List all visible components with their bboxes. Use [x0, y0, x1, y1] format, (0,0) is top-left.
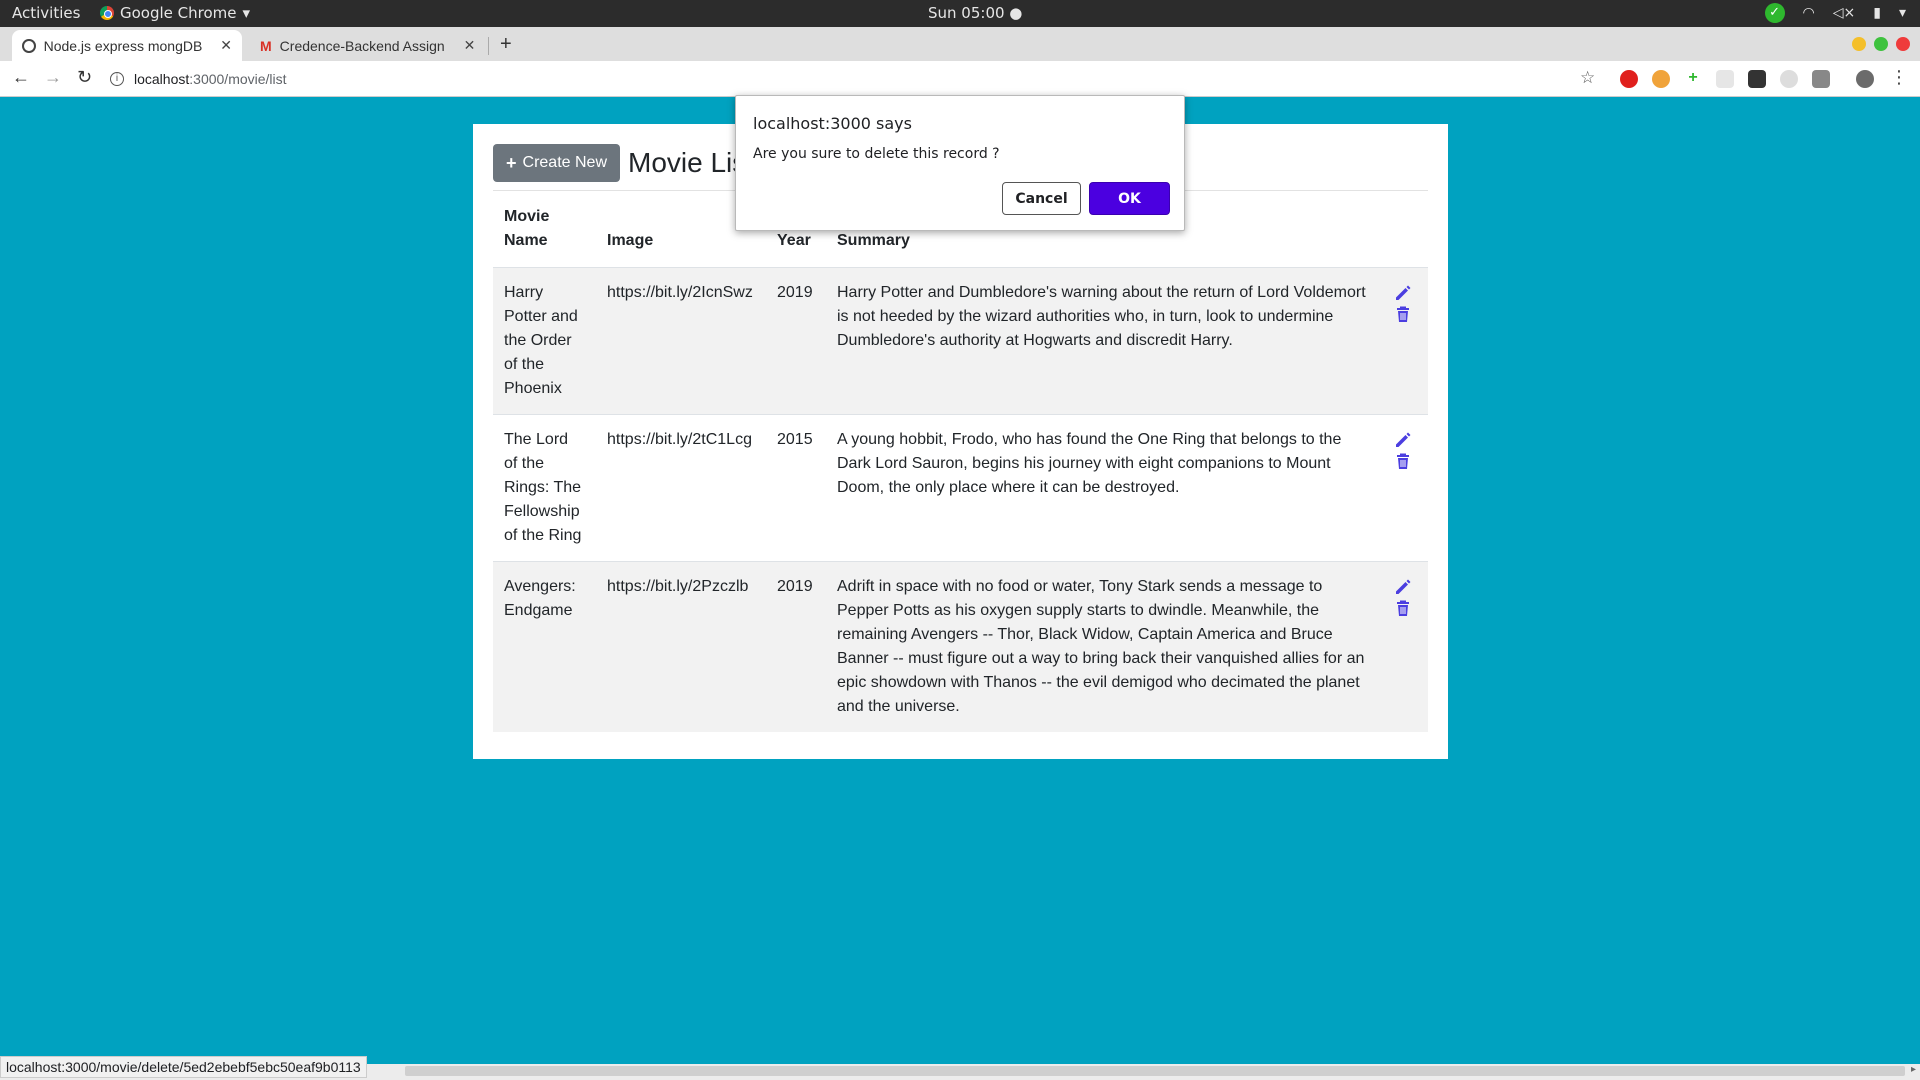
trash-delete-icon[interactable]	[1393, 450, 1413, 472]
back-arrow-icon[interactable]: ←	[12, 67, 30, 88]
cell-image-url: https://bit.ly/2tC1Lcg	[596, 414, 766, 562]
cell-image-url: https://bit.ly/2Pzczlb	[596, 561, 766, 732]
close-tab-icon[interactable]: ✕	[464, 37, 476, 54]
window-controls	[1852, 37, 1910, 51]
table-row: Harry Potter and the Order of the Phoeni…	[493, 267, 1428, 415]
profile-avatar[interactable]	[1856, 70, 1874, 88]
system-top-bar: Activities Google Chrome ▾ Sun 05:00 ● ✓…	[0, 0, 1920, 27]
cell-year: 2015	[766, 414, 826, 562]
reload-icon[interactable]: ↻	[77, 67, 92, 88]
bookmark-star-icon[interactable]: ☆	[1580, 68, 1595, 88]
pencil-edit-icon[interactable]	[1393, 281, 1413, 303]
power-menu-icon: ▾	[1898, 5, 1906, 21]
cell-year: 2019	[766, 267, 826, 415]
gmail-icon: M	[260, 37, 272, 54]
tab-title: Credence-Backend Assign	[279, 37, 445, 54]
ok-button[interactable]: OK	[1089, 182, 1170, 215]
volume-muted-icon: ◁×	[1832, 5, 1856, 21]
pencil-edit-icon[interactable]	[1393, 575, 1413, 597]
browser-tab-strip: Node.js express mongDB ✕ M Credence-Back…	[0, 27, 1920, 61]
cell-movie-name: Harry Potter and the Order of the Phoeni…	[493, 267, 596, 415]
opera-extension-icon[interactable]	[1620, 70, 1638, 88]
movie-table: Movie Name Image Year Summary Harry Potte…	[493, 199, 1428, 732]
link-status-bar: localhost:3000/movie/delete/5ed2ebebf5eb…	[0, 1056, 367, 1078]
wifi-icon: ◠	[1802, 5, 1815, 21]
plus-extension-icon[interactable]: +	[1684, 70, 1702, 88]
create-new-button[interactable]: + Create New	[493, 144, 620, 182]
cell-actions	[1378, 267, 1428, 415]
table-row: Avengers: Endgame https://bit.ly/2Pzczlb…	[493, 561, 1428, 732]
cancel-button[interactable]: Cancel	[1002, 182, 1081, 215]
cell-actions	[1378, 561, 1428, 732]
address-url[interactable]: localhost:3000/movie/list	[134, 71, 287, 87]
dialog-message: Are you sure to delete this record ?	[753, 146, 1000, 162]
caret-down-icon: ▾	[242, 4, 251, 22]
forward-arrow-icon[interactable]: →	[44, 67, 62, 88]
plus-icon: +	[506, 152, 517, 173]
column-header-movie-name: Movie Name	[504, 208, 550, 249]
dark-extension-icon[interactable]	[1748, 70, 1766, 88]
cell-year: 2019	[766, 561, 826, 732]
system-clock[interactable]: Sun 05:00 ●	[928, 4, 1022, 22]
trash-delete-icon[interactable]	[1393, 303, 1413, 325]
column-header-actions	[1378, 199, 1428, 268]
cell-movie-name: Avengers: Endgame	[493, 561, 596, 732]
scroll-right-arrow-icon[interactable]: ▸	[1911, 1064, 1916, 1075]
minimize-button[interactable]	[1852, 37, 1866, 51]
globe-icon	[22, 38, 36, 53]
maximize-button[interactable]	[1874, 37, 1888, 51]
app-name: Google Chrome	[120, 4, 237, 22]
activities-button[interactable]: Activities	[12, 4, 80, 22]
tab-title: Node.js express mongDB	[43, 37, 203, 54]
grey-extension-icon[interactable]	[1716, 70, 1734, 88]
cell-summary: Harry Potter and Dumbledore's warning ab…	[826, 267, 1378, 415]
close-tab-icon[interactable]: ✕	[220, 37, 232, 54]
cell-actions	[1378, 414, 1428, 562]
app-menu[interactable]: Google Chrome ▾	[100, 4, 250, 22]
cell-summary: A young hobbit, Frodo, who has found the…	[826, 414, 1378, 562]
create-new-label: Create New	[522, 154, 607, 171]
confirm-delete-dialog: localhost:3000 says Are you sure to dele…	[735, 95, 1185, 231]
cookie-extension-icon[interactable]	[1652, 70, 1670, 88]
browser-toolbar: ← → ↻ i localhost:3000/movie/list ☆ + ⋮	[0, 61, 1920, 97]
tab-node-express[interactable]: Node.js express mongDB ✕	[12, 30, 242, 61]
horizontal-scrollbar-thumb[interactable]	[405, 1066, 1905, 1076]
address-bar[interactable]: i localhost:3000/movie/list	[110, 65, 1590, 93]
chrome-menu-icon[interactable]: ⋮	[1890, 67, 1908, 88]
update-check-icon[interactable]: ✓	[1764, 3, 1785, 23]
cell-image-url: https://bit.ly/2IcnSwz	[596, 267, 766, 415]
chrome-logo-icon	[100, 6, 114, 20]
tab-credence-backend[interactable]: M Credence-Backend Assign ✕	[250, 30, 486, 61]
new-tab-button[interactable]: +	[500, 33, 512, 56]
site-info-icon[interactable]: i	[110, 72, 124, 86]
dialog-title: localhost:3000 says	[753, 114, 912, 133]
battery-icon: ▮	[1873, 5, 1881, 21]
cast-extension-icon[interactable]	[1812, 70, 1830, 88]
table-row: The Lord of the Rings: The Fellowship of…	[493, 414, 1428, 562]
pencil-edit-icon[interactable]	[1393, 428, 1413, 450]
trash-delete-icon[interactable]	[1393, 597, 1413, 619]
cell-summary: Adrift in space with no food or water, T…	[826, 561, 1378, 732]
system-tray[interactable]: ✓ ◠ ◁× ▮ ▾	[1764, 3, 1906, 23]
close-window-button[interactable]	[1896, 37, 1910, 51]
cell-movie-name: The Lord of the Rings: The Fellowship of…	[493, 414, 596, 562]
circle-extension-icon[interactable]	[1780, 70, 1798, 88]
tab-separator	[488, 37, 489, 55]
